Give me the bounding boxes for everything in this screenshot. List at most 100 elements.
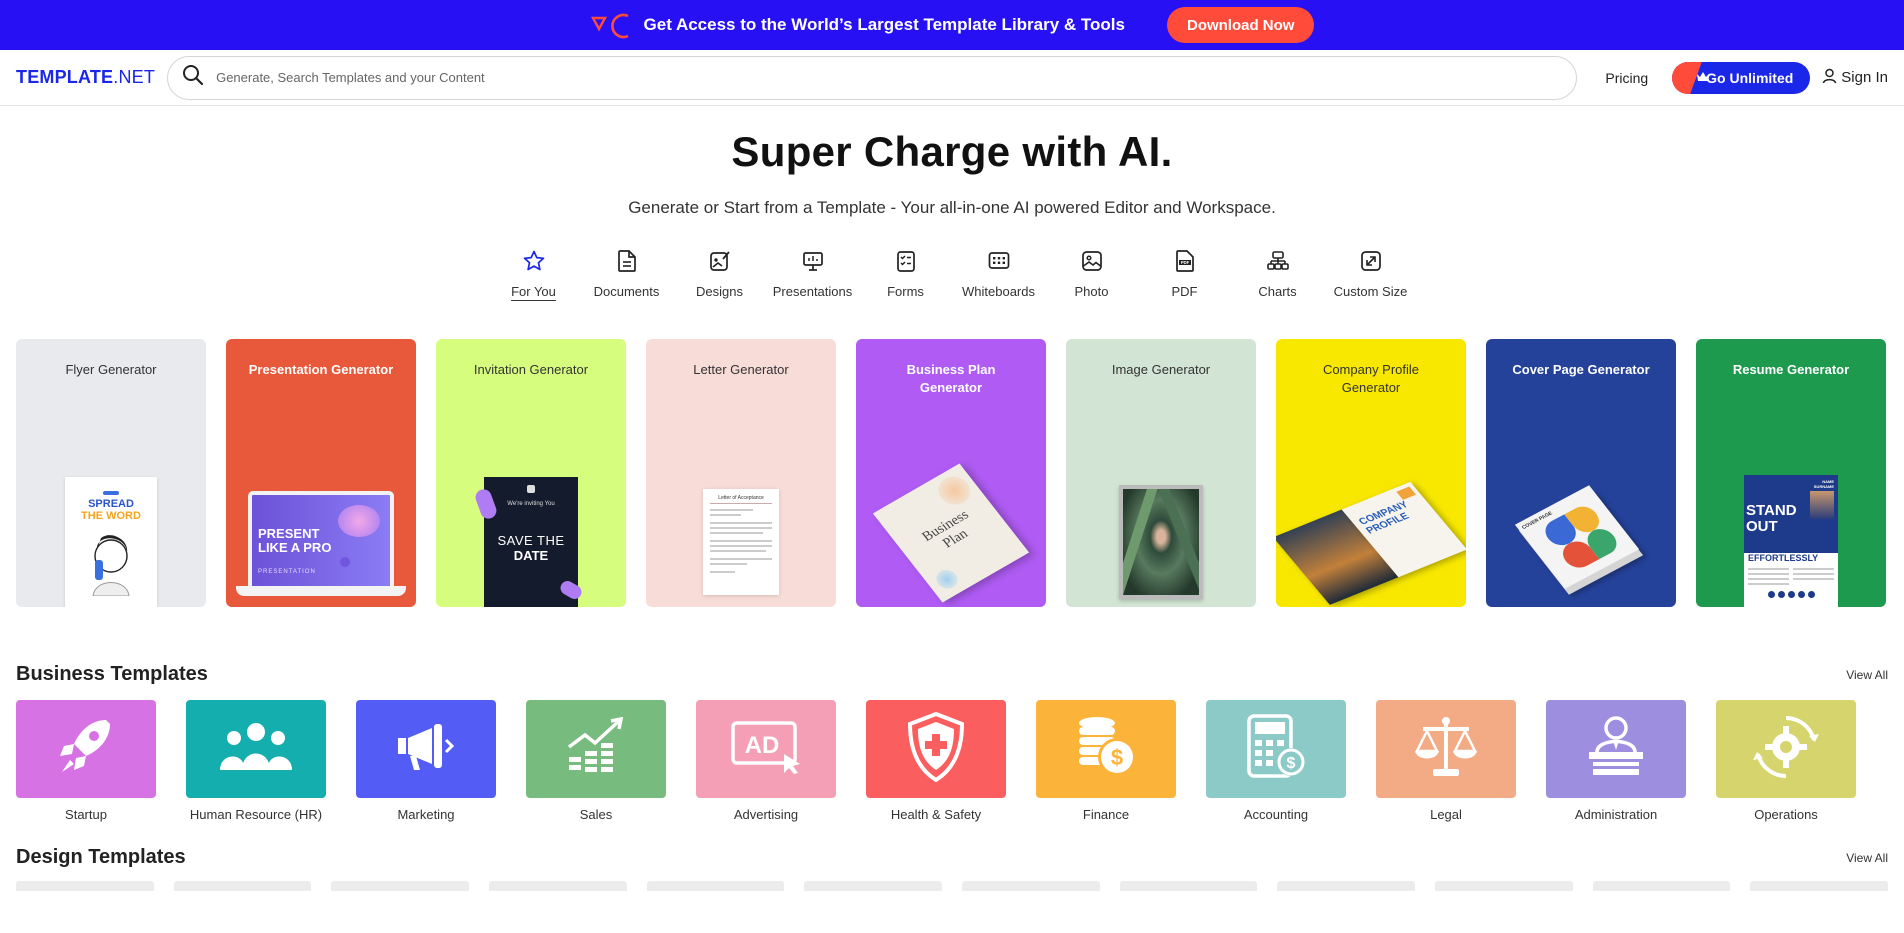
sign-in-label: Sign In: [1841, 69, 1888, 86]
brand-logo[interactable]: TEMPLATE.NET: [16, 67, 155, 88]
pricing-link[interactable]: Pricing: [1605, 70, 1648, 86]
tab-pdf[interactable]: PDF PDF: [1138, 248, 1231, 299]
tab-label: PDF: [1171, 284, 1198, 299]
people-icon: [218, 722, 294, 777]
flyer-generator-card[interactable]: Flyer Generator SPREAD THE WORD: [16, 339, 206, 607]
business-category-startup[interactable]: Startup: [16, 700, 156, 822]
whiteboard-icon: [986, 248, 1012, 274]
card-title: Presentation Generator: [248, 362, 394, 377]
category-tile: $: [1036, 700, 1176, 798]
category-tile: AD: [696, 700, 836, 798]
presentation-preview-image: PRESENT LIKE A PRO PRESENTATION: [236, 477, 406, 607]
category-label: Operations: [1754, 807, 1818, 822]
scales-icon: [1413, 715, 1479, 784]
category-tile: [16, 700, 156, 798]
tab-photo[interactable]: Photo: [1045, 248, 1138, 299]
business-category-marketing[interactable]: Marketing: [356, 700, 496, 822]
tab-for-you[interactable]: For You: [487, 248, 580, 299]
category-label: Human Resource (HR): [189, 807, 323, 822]
business-category-hr[interactable]: Human Resource (HR): [186, 700, 326, 822]
tab-whiteboards[interactable]: Whiteboards: [952, 248, 1045, 299]
letter-generator-card[interactable]: Letter Generator Letter of Acceptance: [646, 339, 836, 607]
tab-label: Presentations: [772, 284, 853, 299]
business-category-finance[interactable]: $ Finance: [1036, 700, 1176, 822]
business-plan-preview-image: Business Plan: [872, 463, 1030, 603]
category-tile: [1716, 700, 1856, 798]
company-profile-generator-card[interactable]: Company Profile Generator COMPANY PROFIL…: [1276, 339, 1466, 607]
art-text: We're inviting You: [507, 501, 555, 507]
user-icon: [1822, 68, 1837, 88]
design-template-thumb[interactable]: [646, 881, 785, 891]
business-category-health-safety[interactable]: Health & Safety: [866, 700, 1006, 822]
category-tile: [866, 700, 1006, 798]
cover-page-generator-card[interactable]: Cover Page Generator COVER PAGE: [1486, 339, 1676, 607]
category-label: Health & Safety: [890, 807, 982, 822]
search-input[interactable]: [216, 70, 1563, 85]
tab-label: Designs: [696, 284, 743, 299]
business-category-advertising[interactable]: AD Advertising: [696, 700, 836, 822]
presentation-generator-card[interactable]: Presentation Generator PRESENT LIKE A PR…: [226, 339, 416, 607]
design-templates-header: Design Templates View All: [0, 846, 1904, 869]
category-label: Administration: [1574, 807, 1658, 822]
tab-label: Whiteboards: [962, 284, 1035, 299]
tab-forms[interactable]: Forms: [859, 248, 952, 299]
business-categories: Startup Human Resource (HR) Marketing Sa…: [0, 700, 1904, 822]
category-tabs: For You Documents Designs Presentations …: [0, 248, 1904, 299]
view-all-link[interactable]: View All: [1846, 668, 1888, 682]
business-plan-generator-card[interactable]: Business Plan Generator Business Plan: [856, 339, 1046, 607]
design-template-thumb[interactable]: [331, 881, 470, 891]
design-template-thumb[interactable]: [1435, 881, 1573, 891]
tab-presentations[interactable]: Presentations: [766, 248, 859, 299]
promo-left: Get Access to the World’s Largest Templa…: [590, 10, 1125, 40]
sign-in-link[interactable]: Sign In: [1822, 68, 1888, 88]
card-title: Letter Generator: [693, 362, 789, 377]
tab-custom-size[interactable]: Custom Size: [1324, 248, 1417, 299]
design-icon: [707, 248, 733, 274]
business-templates-header: Business Templates View All: [0, 663, 1904, 686]
category-tile: [186, 700, 326, 798]
nav-right: Pricing Go Unlimited Sign In: [1605, 61, 1888, 94]
business-category-legal[interactable]: Legal: [1376, 700, 1516, 822]
view-all-link[interactable]: View All: [1846, 851, 1888, 865]
star-icon: [521, 248, 547, 274]
design-template-thumb[interactable]: [962, 881, 1100, 891]
chart-icon: [1265, 248, 1291, 274]
go-unlimited-button[interactable]: Go Unlimited: [1672, 61, 1811, 94]
design-template-thumb[interactable]: [1750, 881, 1889, 891]
business-category-operations[interactable]: Operations: [1716, 700, 1856, 822]
resume-generator-card[interactable]: Resume Generator NAME SURNAME STAND OUT …: [1696, 339, 1886, 607]
brand-suffix: .NET: [113, 67, 156, 87]
art-text: SPREAD: [88, 498, 134, 510]
category-label: Advertising: [733, 807, 799, 822]
business-category-sales[interactable]: Sales: [526, 700, 666, 822]
design-template-thumb[interactable]: [173, 881, 312, 891]
search-icon[interactable]: [182, 64, 204, 91]
design-template-thumb[interactable]: [1277, 881, 1416, 891]
tab-designs[interactable]: Designs: [673, 248, 766, 299]
tab-charts[interactable]: Charts: [1231, 248, 1324, 299]
category-label: Accounting: [1243, 807, 1309, 822]
promo-logo-icon: [590, 10, 634, 40]
svg-text:$: $: [1111, 745, 1123, 770]
business-category-administration[interactable]: Administration: [1546, 700, 1686, 822]
image-generator-card[interactable]: Image Generator: [1066, 339, 1256, 607]
art-text: EFFORTLESSLY: [1748, 553, 1819, 563]
company-profile-preview-image: COMPANY PROFILE: [1276, 481, 1466, 605]
design-templates-row: [0, 881, 1904, 891]
category-label: Sales: [579, 807, 613, 822]
invitation-generator-card[interactable]: Invitation Generator We're inviting You …: [436, 339, 626, 607]
business-category-accounting[interactable]: $ Accounting: [1206, 700, 1346, 822]
design-template-thumb[interactable]: [804, 881, 943, 891]
cover-page-preview-image: COVER PAGE: [1514, 485, 1644, 595]
design-template-thumb[interactable]: [1119, 881, 1258, 891]
tab-documents[interactable]: Documents: [580, 248, 673, 299]
download-now-button[interactable]: Download Now: [1166, 7, 1315, 43]
design-template-thumb[interactable]: [16, 881, 154, 891]
design-template-thumb[interactable]: [489, 881, 627, 891]
letter-preview-image: Letter of Acceptance: [703, 489, 779, 595]
search-bar[interactable]: [167, 55, 1578, 100]
shield-cross-icon: [906, 711, 966, 787]
design-template-thumb[interactable]: [1592, 881, 1731, 891]
category-label: Marketing: [397, 807, 455, 822]
card-title: Resume Generator: [1732, 362, 1850, 377]
